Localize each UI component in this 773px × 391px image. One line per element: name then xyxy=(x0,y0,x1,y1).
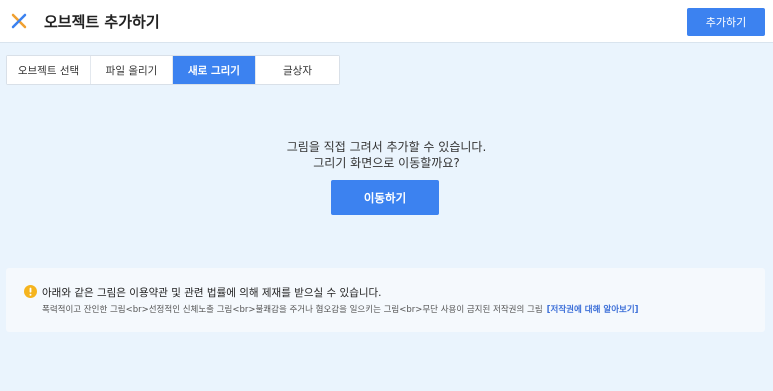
warning-icon xyxy=(24,285,37,298)
notice-title: 아래와 같은 그림은 이용약관 및 관련 법률에 의해 제재를 받으실 수 있습… xyxy=(42,287,382,299)
notice-description: 폭력적이고 잔인한 그림<br>선정적인 신체노출 그림<br>불쾌감을 주거나… xyxy=(42,303,639,315)
tab-bar: 오브젝트 선택 파일 올리기 새로 그리기 글상자 xyxy=(6,55,340,85)
copyright-info-link[interactable]: [저작권에 대해 알아보기] xyxy=(547,305,639,315)
tab-file-upload[interactable]: 파일 올리기 xyxy=(90,56,172,84)
tab-text-box[interactable]: 글상자 xyxy=(255,56,339,84)
message-line-2: 그리기 화면으로 이동할까요? xyxy=(313,156,460,170)
drawing-message: 그림을 직접 그려서 추가할 수 있습니다. 그리기 화면으로 이동할까요? xyxy=(0,139,773,171)
notice-description-text: 폭력적이고 잔인한 그림<br>선정적인 신체노출 그림<br>불쾌감을 주거나… xyxy=(42,305,543,315)
tab-object-select[interactable]: 오브젝트 선택 xyxy=(7,56,90,84)
message-line-1: 그림을 직접 그려서 추가할 수 있습니다. xyxy=(286,140,487,154)
header-bar: 오브젝트 추가하기 추가하기 xyxy=(0,0,773,43)
notice-panel: 아래와 같은 그림은 이용약관 및 관련 법률에 의해 제재를 받으실 수 있습… xyxy=(6,268,765,332)
tab-new-drawing[interactable]: 새로 그리기 xyxy=(172,56,255,84)
add-button[interactable]: 추가하기 xyxy=(687,8,765,36)
close-x-icon[interactable] xyxy=(9,11,29,31)
go-to-drawing-button[interactable]: 이동하기 xyxy=(331,180,439,215)
page-title: 오브젝트 추가하기 xyxy=(44,13,160,31)
